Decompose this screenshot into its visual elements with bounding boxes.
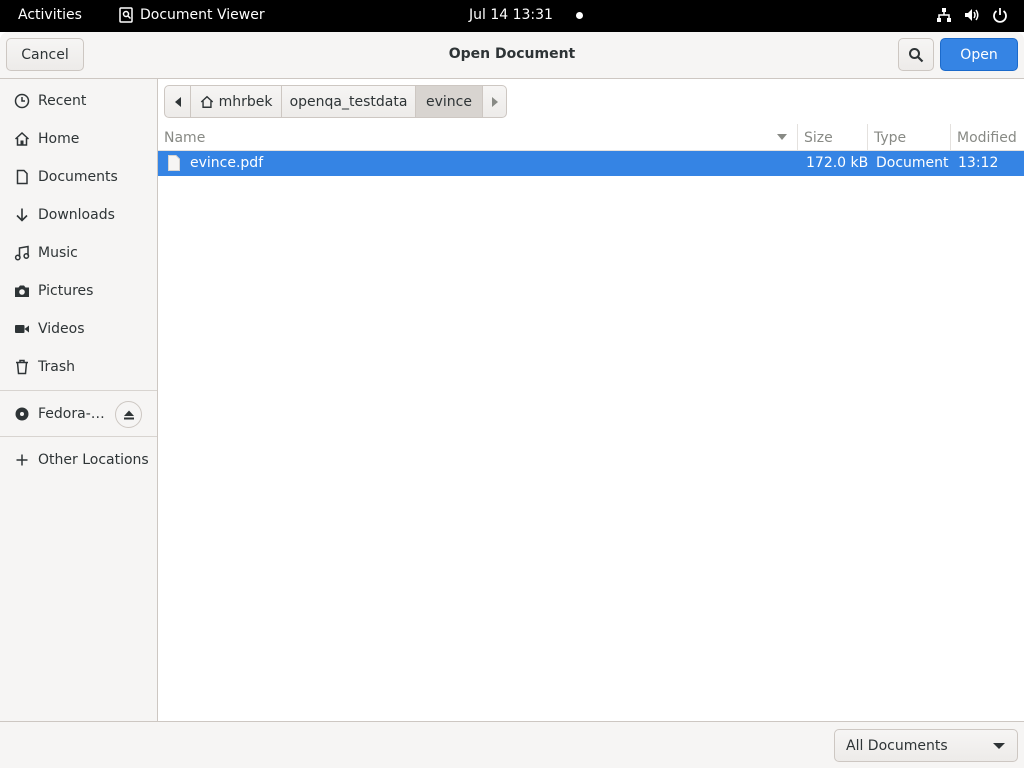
clock-icon	[14, 93, 30, 109]
path-segment-current[interactable]: evince	[415, 85, 483, 118]
sidebar-item-label: Recent	[38, 93, 87, 109]
sidebar-item-label: Home	[38, 131, 80, 147]
document-icon	[14, 169, 30, 185]
column-header-name[interactable]: Name	[158, 124, 797, 151]
eject-button[interactable]	[115, 401, 142, 428]
sidebar-item-label: Other Locations	[38, 452, 149, 468]
search-button[interactable]	[898, 38, 934, 71]
sidebar-item-videos[interactable]: Videos	[0, 310, 157, 348]
sidebar-item-music[interactable]: Music	[0, 234, 157, 272]
download-icon	[14, 207, 30, 223]
sort-descending-icon	[777, 134, 787, 140]
filter-selected-label: All Documents	[846, 737, 948, 754]
column-header-type[interactable]: Type	[867, 124, 950, 151]
app-name: Document Viewer	[140, 7, 265, 23]
path-segment-openqa-testdata[interactable]: openqa_testdata	[281, 85, 416, 118]
column-label: Modified	[957, 129, 1017, 146]
activities-button[interactable]: Activities	[18, 7, 82, 23]
sidebar-item-downloads[interactable]: Downloads	[0, 196, 157, 234]
chevron-left-icon	[174, 96, 181, 107]
app-menu[interactable]: Document Viewer	[118, 7, 265, 23]
system-status-area[interactable]	[936, 7, 1008, 23]
path-scroll-right-button[interactable]	[482, 85, 507, 118]
network-icon	[937, 8, 951, 22]
chevron-right-icon	[491, 96, 498, 107]
music-icon	[14, 245, 30, 261]
column-header-size[interactable]: Size	[797, 124, 867, 151]
home-icon	[14, 131, 30, 147]
sidebar-item-documents[interactable]: Documents	[0, 158, 157, 196]
column-label: Name	[164, 129, 206, 146]
file-list-header: Name Size Type Modified	[158, 124, 1024, 151]
sidebar-item-home[interactable]: Home	[0, 120, 157, 158]
plus-icon	[14, 452, 30, 468]
disc-icon	[14, 406, 30, 422]
path-bar: mhrbek openqa_testdata evince	[164, 85, 507, 118]
sidebar-item-label: Documents	[38, 169, 118, 185]
file-type: Document	[876, 155, 949, 171]
notification-dot	[576, 12, 583, 19]
sidebar-item-label: Fedora-…	[38, 406, 105, 422]
clock[interactable]: Jul 14 13:31	[469, 7, 553, 23]
sidebar-item-recent[interactable]: Recent	[0, 82, 157, 120]
sidebar-item-label: Videos	[38, 321, 85, 337]
places-sidebar: Recent Home Documents Downloads Music Pi…	[0, 79, 158, 721]
video-icon	[14, 321, 30, 337]
dialog-footer: All Documents	[0, 721, 1024, 768]
document-viewer-icon	[119, 7, 133, 23]
column-header-modified[interactable]: Modified	[950, 124, 1024, 151]
path-segment-label: evince	[426, 93, 472, 110]
volume-icon	[965, 9, 979, 21]
column-label: Type	[874, 129, 907, 146]
sidebar-item-label: Downloads	[38, 207, 115, 223]
sidebar-item-pictures[interactable]: Pictures	[0, 272, 157, 310]
open-button[interactable]: Open	[940, 38, 1018, 71]
path-scroll-left-button[interactable]	[164, 85, 191, 118]
sidebar-item-trash[interactable]: Trash	[0, 348, 157, 386]
sidebar-item-fedora-disc[interactable]: Fedora-…	[0, 395, 157, 433]
chevron-down-icon	[993, 743, 1005, 749]
file-type-filter-dropdown[interactable]: All Documents	[834, 729, 1018, 762]
gnome-top-bar: Activities Document Viewer Jul 14 13:31	[0, 0, 1024, 32]
path-segment-label: mhrbek	[218, 93, 273, 110]
dialog-header-bar: Cancel Open Document Open	[0, 32, 1024, 79]
dialog-title: Open Document	[448, 46, 576, 62]
file-size: 172.0 kB	[806, 155, 869, 171]
sidebar-separator	[0, 390, 157, 391]
table-row[interactable]: evince.pdf 172.0 kB Document 13:12	[158, 151, 1024, 176]
eject-icon	[123, 410, 134, 419]
file-name: evince.pdf	[190, 155, 264, 171]
search-icon	[909, 47, 924, 62]
camera-icon	[14, 283, 30, 299]
power-icon	[993, 8, 1007, 23]
sidebar-separator	[0, 436, 157, 437]
file-document-icon	[168, 155, 180, 171]
sidebar-item-label: Trash	[38, 359, 75, 375]
column-label: Size	[804, 129, 833, 146]
path-segment-label: openqa_testdata	[289, 93, 408, 110]
path-segment-home[interactable]: mhrbek	[190, 85, 282, 118]
file-list[interactable]: Name Size Type Modified evince.pdf 172.0…	[158, 124, 1024, 721]
trash-icon	[14, 359, 30, 375]
file-modified: 13:12	[958, 155, 999, 171]
sidebar-item-other-locations[interactable]: Other Locations	[0, 441, 157, 479]
sidebar-item-label: Pictures	[38, 283, 94, 299]
home-icon	[200, 95, 213, 108]
sidebar-item-label: Music	[38, 245, 78, 261]
